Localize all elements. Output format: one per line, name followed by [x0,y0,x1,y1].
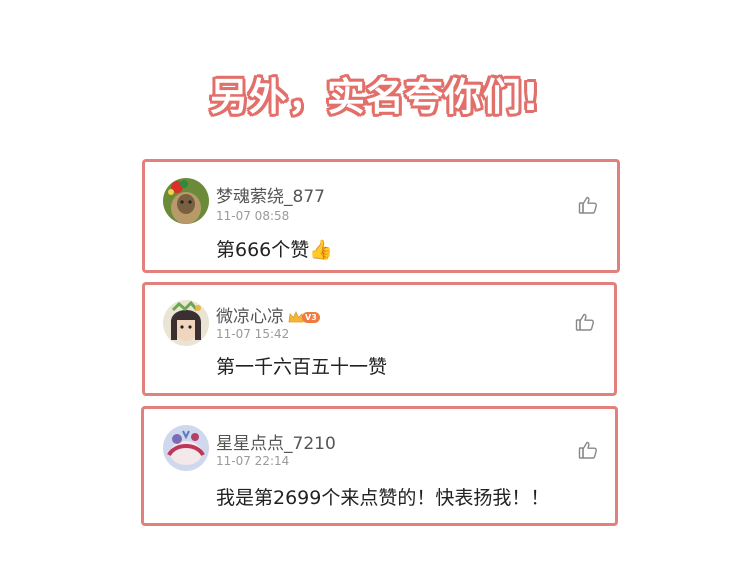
vip-badge: V3 [288,310,320,324]
like-button[interactable] [578,195,598,215]
comment-time: 11-07 15:42 [216,327,290,341]
like-button[interactable] [575,312,595,332]
comment-time: 11-07 08:58 [216,209,290,223]
headline: 另外，实名夸你们! [209,75,541,119]
comment-text: 第一千六百五十一赞 [216,356,388,378]
username[interactable]: 微凉心凉 V3 [216,302,320,327]
comment-card: 星星点点_7210 11-07 22:14 我是第2699个来点赞的！快表扬我！… [141,406,618,526]
username[interactable]: 梦魂萦绕_877 [216,182,325,207]
thumbs-up-emoji: 👍 [309,239,333,261]
thumbs-up-icon [578,196,597,214]
avatar[interactable] [163,425,209,471]
username-text: 微凉心凉 [216,307,284,327]
avatar[interactable] [163,178,209,224]
comment-card: 梦魂萦绕_877 11-07 08:58 第666个赞👍 [142,159,620,273]
thumbs-up-icon [578,441,597,459]
avatar[interactable] [163,300,209,346]
comment-text: 我是第2699个来点赞的！快表扬我！！ [216,487,550,509]
thumbs-up-icon [575,313,594,331]
comment-text-body: 第666个赞 [216,239,310,261]
comment-card: 微凉心凉 V3 11-07 15:42 第一千六百五十一赞 [142,282,617,396]
like-button[interactable] [578,440,598,460]
username[interactable]: 星星点点_7210 [216,429,336,454]
vip-level: V3 [302,311,320,323]
comment-text: 第666个赞👍 [216,235,333,262]
comment-time: 11-07 22:14 [216,454,290,468]
